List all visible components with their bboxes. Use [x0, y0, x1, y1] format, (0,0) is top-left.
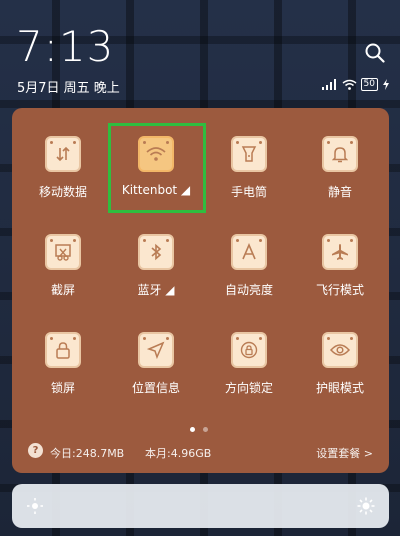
toggle-label: 方向锁定	[224, 381, 273, 395]
toggle-eye[interactable]: 护眼模式	[293, 326, 387, 416]
mobile-data-icon	[45, 136, 81, 172]
toggle-label: 护眼模式	[315, 381, 364, 395]
toggle-airplane[interactable]: 飞行模式	[293, 228, 387, 318]
usage-month: 本月:4.96GB	[145, 447, 212, 460]
sun-icon-low	[26, 497, 44, 515]
eye-icon	[322, 332, 358, 368]
toggle-bluetooth[interactable]: 蓝牙 ◢	[109, 228, 203, 318]
toggle-rotation-lock[interactable]: 方向锁定	[202, 326, 296, 416]
search-icon[interactable]	[364, 42, 386, 64]
toggle-location[interactable]: 位置信息	[109, 326, 203, 416]
toggle-label: 飞行模式	[315, 283, 364, 297]
page-indicator	[190, 427, 208, 432]
quick-settings-panel: 移动数据 Kittenbot ◢ 手电筒 静音截屏 蓝牙 ◢ 自动亮度 飞行模式锁屏 位置信息…	[12, 108, 389, 473]
page-dot	[203, 427, 208, 432]
toggle-label: 移动数据	[38, 185, 87, 199]
toggle-auto-brightness[interactable]: 自动亮度	[202, 228, 296, 318]
toggle-label: 蓝牙 ◢	[137, 283, 175, 297]
wifi-status-icon	[342, 79, 357, 90]
status-bar: 50	[321, 78, 390, 91]
rotation-lock-icon	[231, 332, 267, 368]
sun-icon-high	[357, 497, 375, 515]
toggle-lock[interactable]: 锁屏	[16, 326, 110, 416]
bluetooth-icon	[138, 234, 174, 270]
usage-today: 今日:248.7MB	[50, 447, 125, 460]
charging-icon	[382, 79, 390, 90]
toggle-label: Kittenbot ◢	[121, 183, 191, 197]
toggle-screenshot[interactable]: 截屏	[16, 228, 110, 318]
location-icon	[138, 332, 174, 368]
toggle-label: 位置信息	[131, 381, 180, 395]
auto-brightness-icon	[231, 234, 267, 270]
plan-settings-link[interactable]: 设置套餐 >	[316, 445, 373, 461]
toggle-mobile-data[interactable]: 移动数据	[16, 130, 110, 220]
bell-icon	[322, 136, 358, 172]
toggle-wifi[interactable]: Kittenbot ◢	[109, 130, 203, 220]
toggle-bell[interactable]: 静音	[293, 130, 387, 220]
help-icon[interactable]: ?	[28, 443, 43, 458]
flashlight-icon	[231, 136, 267, 172]
airplane-icon	[322, 234, 358, 270]
brightness-slider[interactable]	[12, 484, 389, 528]
toggle-label: 锁屏	[50, 381, 75, 395]
clock-time: 7:13	[16, 22, 115, 71]
clock-date: 5月7日 周五 晚上	[17, 81, 120, 96]
page-dot-active	[190, 427, 195, 432]
toggle-label: 静音	[327, 185, 352, 199]
signal-icon	[321, 79, 338, 90]
toggle-label: 自动亮度	[224, 283, 273, 297]
data-usage-bar: ? 今日:248.7MB 本月:4.96GB 设置套餐 >	[12, 443, 389, 469]
battery-indicator: 50	[360, 78, 378, 91]
toggle-label: 手电筒	[230, 185, 267, 199]
lock-icon	[45, 332, 81, 368]
screenshot-icon	[45, 234, 81, 270]
wifi-icon	[138, 136, 174, 172]
toggle-label: 截屏	[50, 283, 75, 297]
toggle-flashlight[interactable]: 手电筒	[202, 130, 296, 220]
